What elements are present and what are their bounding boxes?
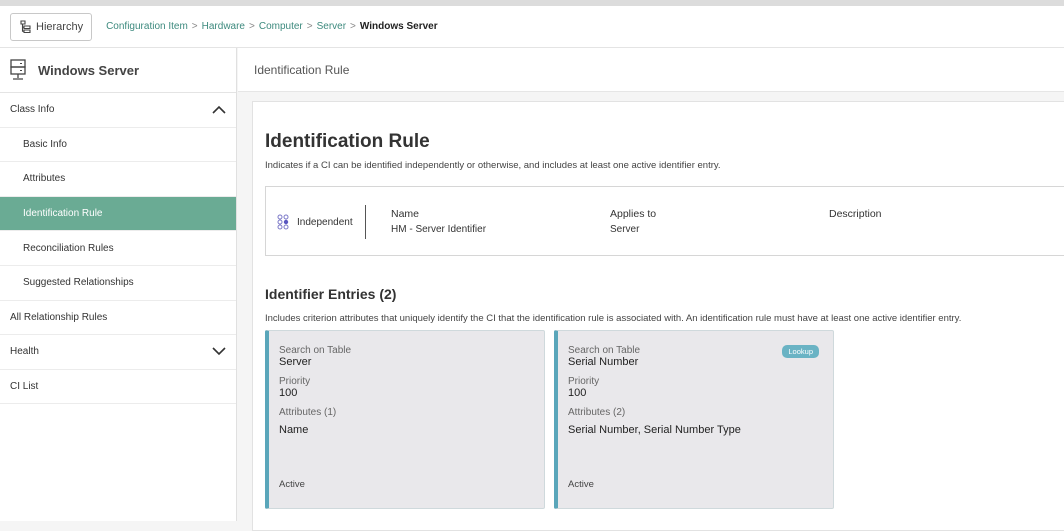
breadcrumb-hardware[interactable]: Hardware [202, 21, 245, 32]
name-value: HM - Server Identifier [391, 224, 487, 235]
sidebar-item-label: Reconciliation Rules [23, 242, 114, 254]
identifier-entries-description: Includes criterion attributes that uniqu… [265, 313, 962, 324]
description-label: Description [829, 208, 882, 220]
sidebar-item-label: Basic Info [23, 138, 67, 150]
sidebar-item-label: Class Info [10, 104, 55, 116]
sidebar-item-label: Health [10, 346, 39, 358]
rule-name: Name HM - Server Identifier [391, 208, 486, 235]
identifier-entry-card[interactable]: Search on Table Server Priority 100 Attr… [265, 330, 545, 509]
name-label: Name [391, 208, 420, 220]
breadcrumb-separator: > [191, 21, 198, 32]
breadcrumb-separator: > [249, 21, 255, 32]
status-label: Active [279, 479, 305, 490]
breadcrumb-current: Windows Server [359, 21, 438, 32]
applies-label: Applies to [610, 208, 657, 220]
sidebar-item-label: CI List [10, 381, 39, 393]
priority-value: 100 [279, 387, 298, 399]
table-label: Search on Table [279, 345, 352, 356]
rule-type-label: Independent [297, 216, 353, 228]
chevron-up-icon[interactable] [212, 105, 226, 114]
sidebar-item-basic-info[interactable]: Basic Info [0, 128, 236, 163]
sidebar-item-ci-list[interactable]: CI List [0, 370, 236, 405]
breadcrumb: Configuration Item > Hardware > Computer > … [106, 21, 438, 32]
breadcrumb-server[interactable]: Server [317, 21, 346, 32]
sidebar-item-health[interactable]: Health [0, 335, 236, 370]
sidebar-item-suggested-relationships[interactable]: Suggested Relationships [0, 266, 236, 301]
identification-rule-summary: Independent Name HM - Server Identifier A… [265, 186, 1064, 256]
page-title: Identification Rule [265, 131, 430, 152]
hierarchy-button[interactable]: Hierarchy [10, 12, 93, 41]
chevron-down-icon[interactable] [212, 347, 226, 356]
sidebar-item-identification-rule[interactable]: Identification Rule [0, 196, 236, 232]
page-description: Indicates if a CI can be identified inde… [265, 160, 721, 171]
attributes-label: Attributes (2) [568, 407, 626, 418]
sidebar-item-all-relationship-rules[interactable]: All Relationship Rules [0, 301, 236, 336]
lookup-badge: Lookup [782, 345, 819, 358]
sidebar-header: Windows Server [0, 48, 236, 93]
sidebar-item-label: Attributes [23, 173, 66, 185]
main-header: Identification Rule [238, 48, 1064, 92]
table-value: Server [279, 356, 312, 368]
sidebar: Windows Server Class Info Basic Info Att… [0, 48, 237, 521]
attributes-label: Attributes (1) [279, 407, 337, 418]
sidebar-item-attributes[interactable]: Attributes [0, 162, 236, 197]
sidebar-item-label: Identification Rule [23, 208, 103, 220]
hierarchy-label: Hierarchy [36, 20, 84, 33]
sidebar-item-class-info[interactable]: Class Info [0, 93, 236, 128]
sidebar-item-label: Suggested Relationships [23, 277, 134, 289]
breadcrumb-separator: > [350, 21, 356, 32]
rule-description: Description [829, 208, 882, 220]
applies-value: Server [610, 224, 640, 235]
breadcrumb-configuration-item[interactable]: Configuration Item [106, 21, 188, 32]
sidebar-item-label: All Relationship Rules [10, 311, 108, 323]
attributes-value: Name [279, 424, 309, 436]
attributes-value: Serial Number, Serial Number Type [568, 424, 741, 436]
sidebar-title: Windows Server [38, 62, 140, 78]
header-bar: Hierarchy Configuration Item > Hardware > … [0, 6, 1064, 48]
priority-label: Priority [568, 376, 600, 387]
priority-label: Priority [279, 376, 311, 387]
sidebar-item-reconciliation-rules[interactable]: Reconciliation Rules [0, 231, 236, 266]
identifier-entry-card[interactable]: Lookup Search on Table Serial Number Pri… [554, 330, 834, 509]
identifier-entries-title: Identifier Entries (2) [265, 286, 397, 302]
rule-type: Independent [276, 205, 366, 239]
server-icon [10, 59, 26, 80]
breadcrumb-separator: > [306, 21, 313, 32]
hierarchy-icon [20, 20, 31, 33]
status-label: Active [568, 479, 594, 490]
rule-applies-to: Applies to Server [610, 208, 656, 235]
breadcrumb-computer[interactable]: Computer [259, 21, 303, 32]
independent-icon [277, 214, 289, 230]
priority-value: 100 [568, 387, 587, 399]
